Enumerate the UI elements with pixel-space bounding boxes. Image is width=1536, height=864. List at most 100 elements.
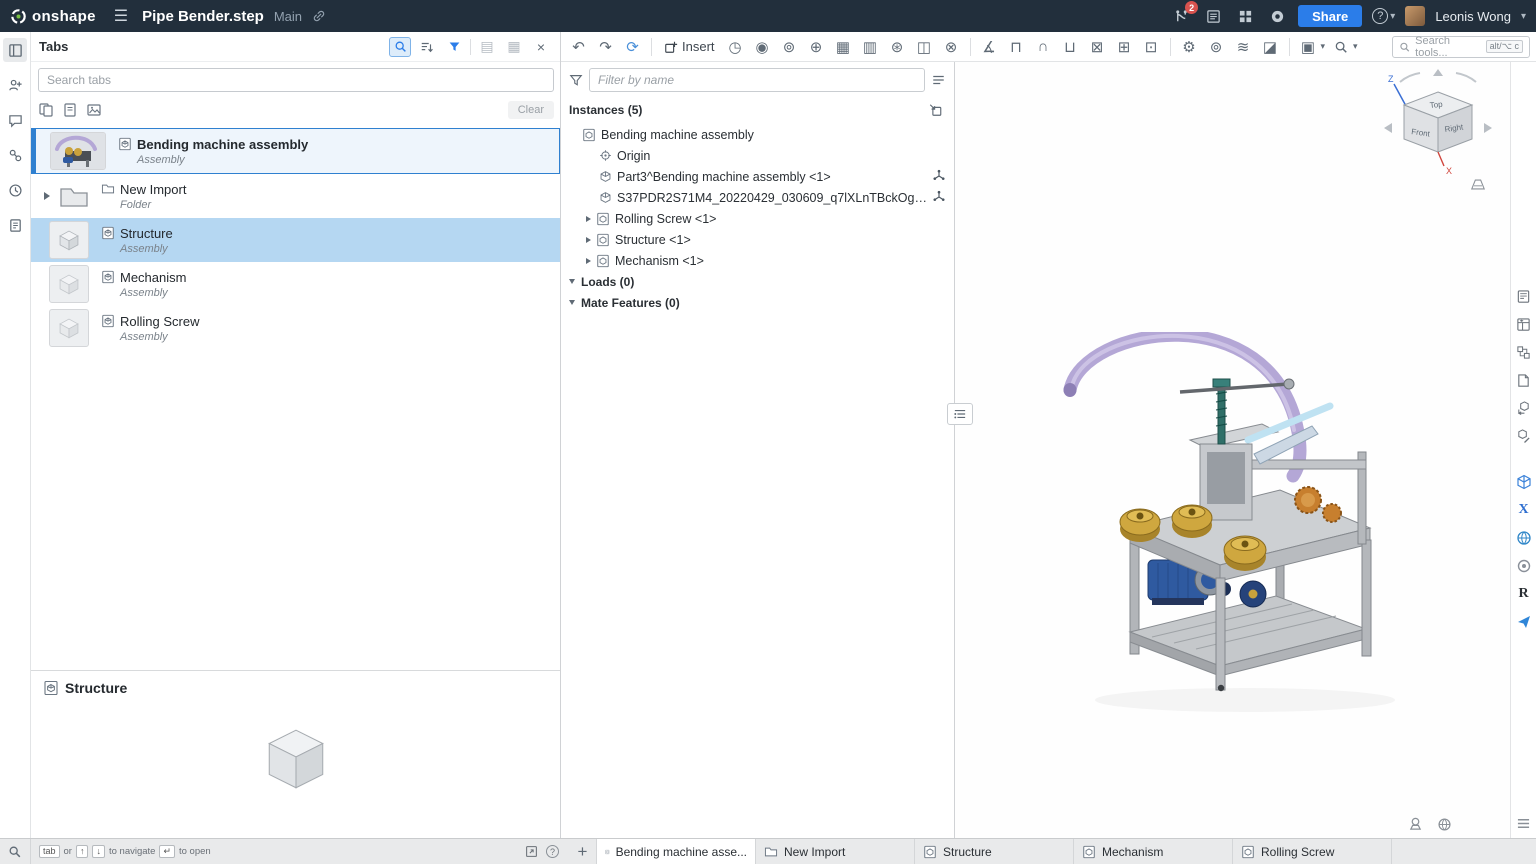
user-avatar[interactable] [1405, 6, 1426, 26]
doc-tab-bending-machine-assembly[interactable]: Bending machine asse... [597, 839, 756, 864]
onshape-logo[interactable]: onshape [10, 8, 96, 25]
web-app-globe-icon[interactable] [1514, 529, 1534, 547]
loads-section-header[interactable]: Loads (0) [561, 271, 954, 292]
clear-filters-button[interactable]: Clear [507, 101, 554, 119]
fastener-icon[interactable]: ⊡ [1140, 36, 1163, 58]
sheet-metal-icon[interactable]: ⊠ [1086, 36, 1109, 58]
help-button[interactable]: ? ▾ [1372, 8, 1395, 24]
filter-type-image-icon[interactable] [86, 102, 102, 118]
mate-connector-icon[interactable] [932, 190, 948, 206]
expand-chevron-icon[interactable] [581, 257, 595, 264]
tree-item-rolling-screw[interactable]: Rolling Screw <1> [561, 208, 954, 229]
linear-pattern-icon[interactable]: ▥ [859, 36, 882, 58]
expand-chevron-icon[interactable] [581, 215, 595, 222]
versions-icon[interactable]: 2 [1170, 1, 1199, 27]
measure-icon[interactable]: ∡ [978, 36, 1001, 58]
send-app-icon[interactable] [1514, 613, 1534, 631]
tree-root-assembly[interactable]: Bending machine assembly [561, 124, 954, 145]
rack-icon[interactable]: ⊚ [1205, 36, 1228, 58]
redo-icon[interactable]: ↷ [594, 36, 617, 58]
configurations-panel-icon[interactable] [1514, 343, 1534, 361]
mate-connector-icon[interactable] [932, 169, 948, 185]
insert-instance-icon[interactable] [924, 100, 946, 120]
graphics-viewport[interactable]: Z Top Front Right X [955, 62, 1510, 838]
render-studio-icon[interactable]: R [1514, 585, 1534, 603]
perspective-toggle-icon[interactable] [1470, 178, 1486, 191]
tube-icon[interactable]: ∩ [1032, 36, 1055, 58]
follow-users-icon[interactable] [3, 73, 27, 97]
spotlight-search-button[interactable] [0, 839, 31, 864]
environment-icon[interactable] [1437, 817, 1452, 832]
render-quality-icon[interactable] [1408, 817, 1423, 832]
doc-tab-mechanism[interactable]: Mechanism [1074, 839, 1233, 864]
apps-grid-icon[interactable] [1234, 5, 1256, 27]
expand-panel-icon[interactable] [525, 845, 538, 858]
tree-item-imported-part[interactable]: S37PDR2S71M4_20220429_030609_q7lXLnTBckO… [561, 187, 954, 208]
list-view-icon[interactable]: ▤ [476, 37, 498, 57]
doc-list-icon[interactable] [1202, 5, 1224, 27]
expand-folder-chevron-icon[interactable] [39, 192, 55, 200]
update-sync-icon[interactable]: ⟳ [621, 36, 644, 58]
filter-tabs-icon[interactable] [443, 37, 465, 57]
xometry-app-icon[interactable]: X [1514, 501, 1534, 519]
cad-app-cube-icon[interactable] [1514, 473, 1534, 491]
search-tools-box[interactable]: Search tools... alt/⌥ c [1392, 35, 1530, 59]
spline-icon[interactable]: ≋ [1232, 36, 1255, 58]
tree-item-part3[interactable]: Part3^Bending machine assembly <1> [561, 166, 954, 187]
filter-type-blob-icon[interactable] [62, 102, 78, 118]
group-icon[interactable]: ▦ [832, 36, 855, 58]
undo-icon[interactable]: ↶ [567, 36, 590, 58]
mate-icon[interactable]: ◉ [751, 36, 774, 58]
gear-icon[interactable]: ⚙ [1178, 36, 1201, 58]
links-icon[interactable] [3, 143, 27, 167]
comments-icon[interactable] [3, 108, 27, 132]
bom-table-icon[interactable] [1514, 315, 1534, 333]
doc-tab-rolling-screw[interactable]: Rolling Screw [1233, 839, 1392, 864]
expand-chevron-icon[interactable] [581, 236, 595, 243]
doc-tab-structure[interactable]: Structure [915, 839, 1074, 864]
explode-icon[interactable]: ⊗ [940, 36, 963, 58]
circular-pattern-icon[interactable]: ⊛ [886, 36, 909, 58]
collapse-tree-panel-handle[interactable] [947, 403, 973, 425]
search-tabs-input[interactable] [38, 68, 554, 92]
frame-profile-icon[interactable]: ⊓ [1005, 36, 1028, 58]
tab-list-item-mechanism[interactable]: Mechanism Assembly [31, 262, 560, 306]
grid-view-icon[interactable]: ▦ [503, 37, 525, 57]
sphere-app-icon[interactable] [1514, 557, 1534, 575]
hole-icon[interactable]: ⊞ [1113, 36, 1136, 58]
notes-icon[interactable] [3, 213, 27, 237]
mirror-icon[interactable]: ◫ [913, 36, 936, 58]
mate-features-section-header[interactable]: Mate Features (0) [561, 292, 954, 313]
search-tabs-icon[interactable] [389, 36, 411, 57]
doc-tab-new-import[interactable]: New Import [756, 839, 915, 864]
tab-list-item-new-import[interactable]: New Import Folder [31, 174, 560, 218]
share-link-icon[interactable] [312, 9, 326, 23]
close-tabs-panel-icon[interactable]: × [530, 37, 552, 57]
section-view-icon[interactable]: ◪ [1259, 36, 1282, 58]
display-options-icon[interactable]: ▣ [1297, 36, 1320, 58]
display-options-caret-icon[interactable]: ▾ [1321, 41, 1326, 52]
workspace-label[interactable]: Main [274, 9, 302, 24]
zoom-tools-icon[interactable] [1329, 36, 1352, 58]
units-layers-icon[interactable] [1514, 814, 1534, 832]
sort-tabs-icon[interactable] [416, 37, 438, 57]
filter-by-name-input[interactable] [589, 68, 925, 92]
properties-panel-icon[interactable] [1514, 287, 1534, 305]
tree-item-mechanism[interactable]: Mechanism <1> [561, 250, 954, 271]
tabs-panel-icon[interactable] [3, 38, 27, 62]
named-positions-icon[interactable]: ◷ [724, 36, 747, 58]
user-name[interactable]: Leonis Wong [1435, 9, 1511, 24]
filter-funnel-icon[interactable] [569, 73, 583, 87]
filter-type-documents-icon[interactable] [38, 102, 54, 118]
mate-group-icon[interactable]: ⊚ [778, 36, 801, 58]
edit-studio-icon[interactable] [1514, 427, 1534, 445]
tree-item-origin[interactable]: Origin [561, 145, 954, 166]
add-tab-button[interactable]: + [569, 839, 597, 864]
mate-connector-icon[interactable]: ⊕ [805, 36, 828, 58]
weld-icon[interactable]: ⊔ [1059, 36, 1082, 58]
share-button[interactable]: Share [1298, 5, 1363, 27]
tabs-help-icon[interactable]: ? [546, 845, 559, 858]
export-panel-icon[interactable] [1514, 399, 1534, 417]
tab-list-item-rolling-screw[interactable]: Rolling Screw Assembly [31, 306, 560, 350]
tab-list-item-bending-machine-assembly[interactable]: Bending machine assembly Assembly [31, 128, 560, 174]
